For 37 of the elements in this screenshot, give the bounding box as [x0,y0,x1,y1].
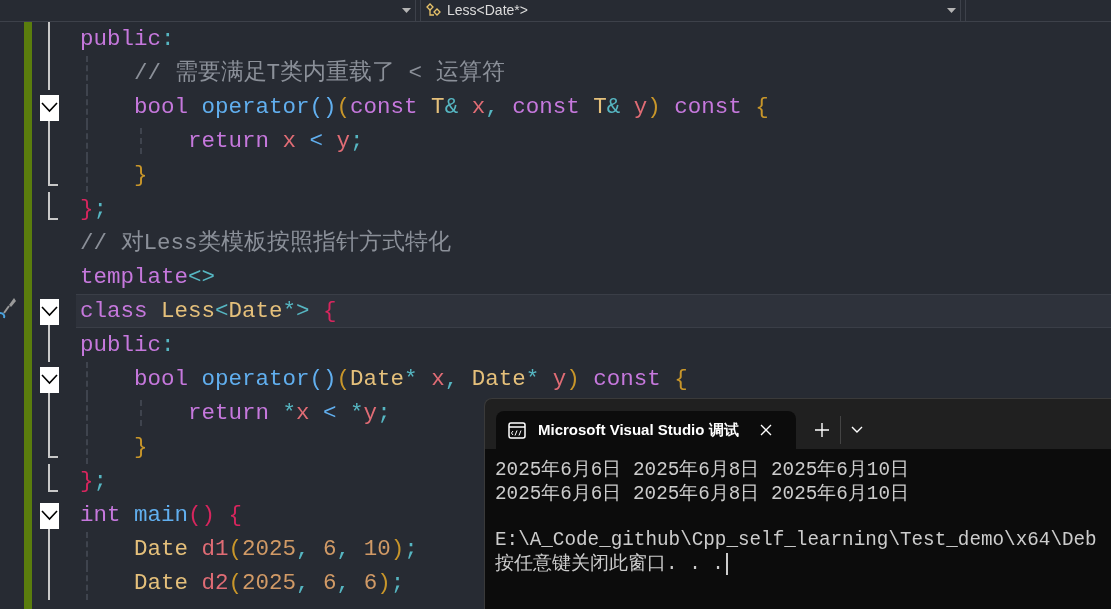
code-line: } [133,433,148,462]
console-tab[interactable]: Microsoft Visual Studio 调试 [496,411,796,449]
console-output-line: E:\A_Code_github\Cpp_self_learning\Test_demo\x64\Deb [495,528,1097,552]
chevron-down-icon[interactable] [851,426,863,434]
code-line: bool operator()(Date* x, Date* y) const { [133,365,688,394]
fold-toggle-icon[interactable] [40,95,59,121]
code-line: public: [80,25,175,54]
console-output-line: 按任意键关闭此窗口. . . [495,552,724,576]
screwdriver-icon[interactable] [0,296,16,320]
code-line: return *x < *y; [187,399,391,428]
code-line: } [133,161,148,190]
console-output-line: 2025年6月6日 2025年6月8日 2025年6月10日 [495,458,909,482]
code-line: int main() { [80,501,243,530]
code-line: public: [80,331,175,360]
close-icon[interactable] [760,424,772,436]
code-line: bool operator()(const T& x, const T& y) const { [133,93,769,122]
console-output-line: 2025年6月6日 2025年6月8日 2025年6月10日 [495,482,909,506]
code-line: // 对Less类模板按照指针方式特化 [80,228,451,258]
code-line: }; [80,467,108,496]
dropdown-label: Less<Date*> [447,1,529,20]
fold-toggle-icon[interactable] [40,503,59,529]
code-line: }; [80,195,108,224]
fold-toggle-icon[interactable] [40,299,59,325]
text-cursor [725,553,728,575]
tab-title: Microsoft Visual Studio 调试 [538,419,740,440]
code-line: return x < y; [187,127,364,156]
navigation-dropdown[interactable]: Less<Date*> [420,0,961,21]
code-line: Date d1(2025, 6, 10); [133,535,418,564]
dropdown-caret-icon [402,8,411,13]
terminal-icon [508,421,526,439]
code-line: // 需要满足T类内重载了 < 运算符 [133,59,505,88]
code-line: Date d2(2025, 6, 6); [133,569,405,598]
code-line: class Less<Date*> { [80,297,337,326]
new-tab-icon[interactable] [814,422,830,438]
code-line: template<> [80,263,216,292]
fold-toggle-icon[interactable] [40,367,59,393]
dropdown-caret-icon [947,8,956,13]
